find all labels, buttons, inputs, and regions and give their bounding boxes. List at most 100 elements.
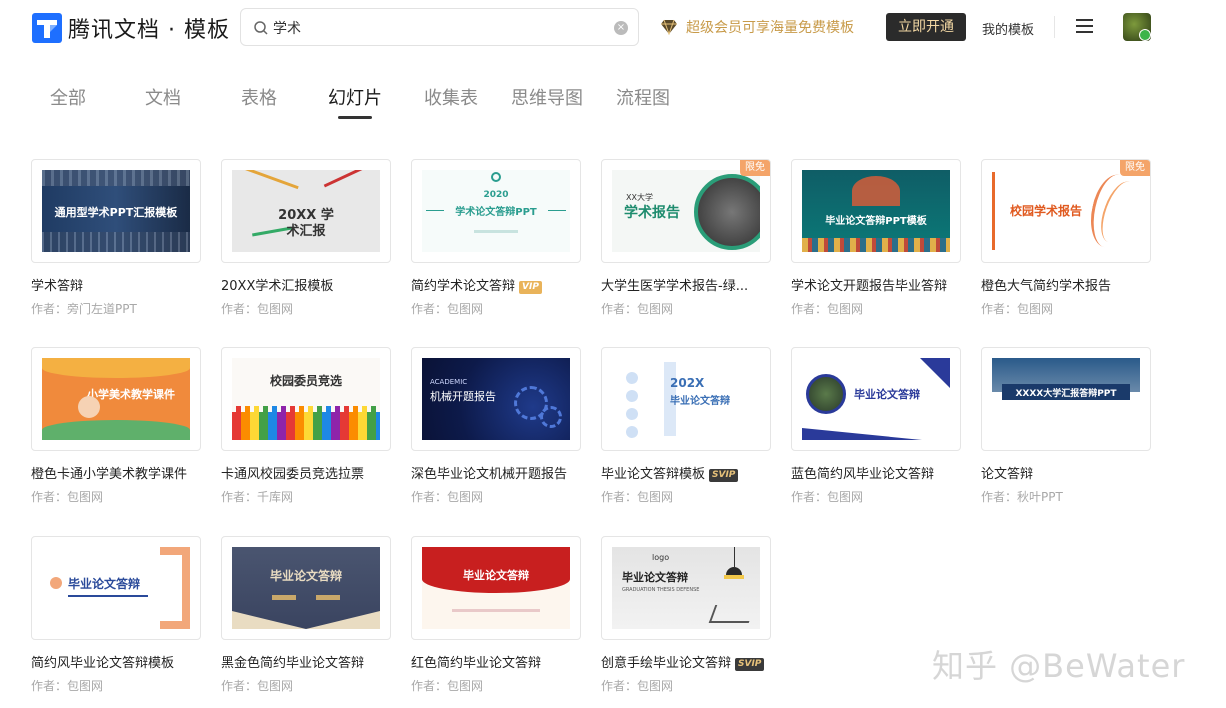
template-card[interactable]: XXXX大学汇报答辩PPT 论文答辩 作者：秋叶PPT: [981, 347, 1153, 507]
search-box[interactable]: ×: [240, 8, 639, 46]
template-author: 作者：旁门左道PPT: [31, 302, 137, 316]
template-title[interactable]: 简约风毕业论文答辩模板: [31, 652, 207, 671]
template-title[interactable]: 橙色卡通小学美术教学课件: [31, 463, 207, 482]
thumbnail-title: 通用型学术PPT汇报模板: [54, 206, 178, 219]
template-card[interactable]: 毕业论文答辩PPT模板 学术论文开题报告毕业答辩 作者：包图网: [791, 159, 963, 319]
template-card[interactable]: logo 毕业论文答辩 GRADUATION THESIS DEFENSE 创意…: [601, 536, 773, 696]
thumbnail-title: 小学美术教学课件: [87, 388, 175, 401]
template-card[interactable]: 20XX 学术汇报 20XX学术汇报模板 作者：包图网: [221, 159, 393, 319]
template-card[interactable]: XX大学 学术报告 限免 大学生医学学术报告-绿... 作者：包图网: [601, 159, 773, 319]
template-title[interactable]: 毕业论文答辩模板 SVIP: [601, 463, 777, 482]
template-thumbnail[interactable]: 毕业论文答辩: [31, 536, 201, 640]
search-input[interactable]: [273, 17, 603, 39]
template-author: 作者：包图网: [221, 302, 294, 316]
template-thumbnail[interactable]: ACADEMIC 机械开题报告: [411, 347, 581, 451]
template-author: 作者：包图网: [411, 679, 484, 693]
template-card[interactable]: 毕业论文答辩 黑金色简约毕业论文答辩 作者：包图网: [221, 536, 393, 696]
template-thumbnail[interactable]: logo 毕业论文答辩 GRADUATION THESIS DEFENSE: [601, 536, 771, 640]
template-title[interactable]: 20XX学术汇报模板: [221, 275, 397, 294]
template-title-text: 毕业论文答辩模板: [601, 467, 706, 482]
template-card[interactable]: 校园委员竞选 卡通风校园委员竞选拉票 作者：千库网: [221, 347, 393, 507]
template-author: 作者：包图网: [791, 302, 864, 316]
template-title[interactable]: 黑金色简约毕业论文答辩: [221, 652, 397, 671]
free-badge: 限免: [740, 160, 770, 176]
template-title[interactable]: 卡通风校园委员竞选拉票: [221, 463, 397, 482]
template-title-text: 创意手绘毕业论文答辩: [601, 656, 732, 671]
thumbnail-logo: logo: [652, 553, 670, 562]
template-author: 作者：千库网: [221, 490, 294, 504]
tab-flowchart[interactable]: 流程图: [616, 84, 670, 110]
template-author: 作者：包图网: [411, 302, 484, 316]
svip-badge: SVIP: [709, 469, 739, 482]
thumbnail-title: 毕业论文答辩PPT模板: [825, 216, 927, 227]
avatar[interactable]: [1123, 13, 1151, 41]
tab-sheets[interactable]: 表格: [241, 84, 277, 110]
template-title[interactable]: 创意手绘毕业论文答辩 SVIP: [601, 652, 777, 671]
template-card[interactable]: 通用型学术PPT汇报模板 学术答辩 作者：旁门左道PPT: [31, 159, 203, 319]
template-thumbnail[interactable]: 毕业论文答辩: [791, 347, 961, 451]
template-card[interactable]: 202X 毕业论文答辩 毕业论文答辩模板 SVIP 作者：包图网: [601, 347, 773, 507]
template-thumbnail[interactable]: 毕业论文答辩PPT模板: [791, 159, 961, 263]
thumbnail-subtitle: 2020: [483, 190, 509, 200]
template-title[interactable]: 蓝色简约风毕业论文答辩: [791, 463, 967, 482]
vip-badge: VIP: [519, 281, 542, 294]
template-title[interactable]: 论文答辩: [981, 463, 1157, 482]
template-thumbnail[interactable]: 小学美术教学课件: [31, 347, 201, 451]
thumbnail-subtitle: GRADUATION THESIS DEFENSE: [622, 587, 700, 593]
svip-badge: SVIP: [735, 658, 765, 671]
thumbnail-subtitle: ACADEMIC: [430, 378, 468, 386]
template-title[interactable]: 橙色大气简约学术报告: [981, 275, 1157, 294]
template-thumbnail[interactable]: XXXX大学汇报答辩PPT: [981, 347, 1151, 451]
template-thumbnail[interactable]: 通用型学术PPT汇报模板: [31, 159, 201, 263]
template-card[interactable]: 2020 学术论文答辩PPT 简约学术论文答辩 VIP 作者：包图网: [411, 159, 583, 319]
template-title-text: 简约学术论文答辩: [411, 279, 516, 294]
thumbnail-title: 校园学术报告: [1010, 204, 1083, 218]
template-card[interactable]: 毕业论文答辩 简约风毕业论文答辩模板 作者：包图网: [31, 536, 203, 696]
template-title[interactable]: 大学生医学学术报告-绿...: [601, 275, 777, 294]
template-title[interactable]: 简约学术论文答辩 VIP: [411, 275, 587, 294]
template-author: 作者：包图网: [31, 490, 104, 504]
template-title[interactable]: 学术答辩: [31, 275, 207, 294]
thumbnail-title: 毕业论文答辩: [670, 396, 730, 407]
search-icon: [254, 21, 268, 35]
template-author: 作者：包图网: [981, 302, 1054, 316]
thumbnail-title: 毕业论文答辩: [854, 388, 920, 401]
diamond-icon: [661, 19, 677, 35]
template-title[interactable]: 深色毕业论文机械开题报告: [411, 463, 587, 482]
vip-promo-link[interactable]: 超级会员可享海量免费模板: [660, 17, 854, 37]
template-thumbnail[interactable]: 202X 毕业论文答辩: [601, 347, 771, 451]
template-thumbnail[interactable]: 毕业论文答辩: [221, 536, 391, 640]
tab-slides[interactable]: 幻灯片: [328, 84, 382, 110]
my-templates-link[interactable]: 我的模板: [982, 19, 1034, 38]
template-thumbnail[interactable]: 校园学术报告 限免: [981, 159, 1151, 263]
template-author: 作者：包图网: [601, 302, 674, 316]
template-thumbnail[interactable]: 毕业论文答辩: [411, 536, 581, 640]
tab-mindmap[interactable]: 思维导图: [511, 84, 583, 110]
wechat-badge-icon: [1139, 29, 1151, 41]
template-card[interactable]: ACADEMIC 机械开题报告 深色毕业论文机械开题报告 作者：包图网: [411, 347, 583, 507]
zhihu-watermark: 知乎 @BeWater: [932, 647, 1186, 685]
template-thumbnail[interactable]: 校园委员竞选: [221, 347, 391, 451]
tab-documents[interactable]: 文档: [145, 84, 181, 110]
template-author: 作者：包图网: [601, 490, 674, 504]
template-card[interactable]: 毕业论文答辩 蓝色简约风毕业论文答辩 作者：包图网: [791, 347, 963, 507]
template-card[interactable]: 校园学术报告 限免 橙色大气简约学术报告 作者：包图网: [981, 159, 1153, 319]
template-thumbnail[interactable]: XX大学 学术报告 限免: [601, 159, 771, 263]
vip-promo-text: 超级会员可享海量免费模板: [686, 20, 854, 36]
template-title[interactable]: 学术论文开题报告毕业答辩: [791, 275, 967, 294]
template-card[interactable]: 小学美术教学课件 橙色卡通小学美术教学课件 作者：包图网: [31, 347, 203, 507]
tab-forms[interactable]: 收集表: [424, 84, 478, 110]
tab-all[interactable]: 全部: [50, 84, 86, 110]
header-divider: [1054, 16, 1055, 38]
menu-icon[interactable]: [1076, 19, 1093, 33]
open-vip-button[interactable]: 立即开通: [886, 13, 966, 41]
clear-search-icon[interactable]: ×: [614, 21, 628, 35]
template-thumbnail[interactable]: 20XX 学术汇报: [221, 159, 391, 263]
thumbnail-title: 毕业论文答辩: [463, 569, 529, 582]
template-card[interactable]: 毕业论文答辩 红色简约毕业论文答辩 作者：包图网: [411, 536, 583, 696]
thumbnail-title: XXXX大学汇报答辩PPT: [1015, 389, 1117, 399]
template-title[interactable]: 红色简约毕业论文答辩: [411, 652, 587, 671]
logo[interactable]: 腾讯文档 · 模板: [32, 12, 230, 44]
template-thumbnail[interactable]: 2020 学术论文答辩PPT: [411, 159, 581, 263]
active-tab-indicator: [338, 116, 372, 119]
